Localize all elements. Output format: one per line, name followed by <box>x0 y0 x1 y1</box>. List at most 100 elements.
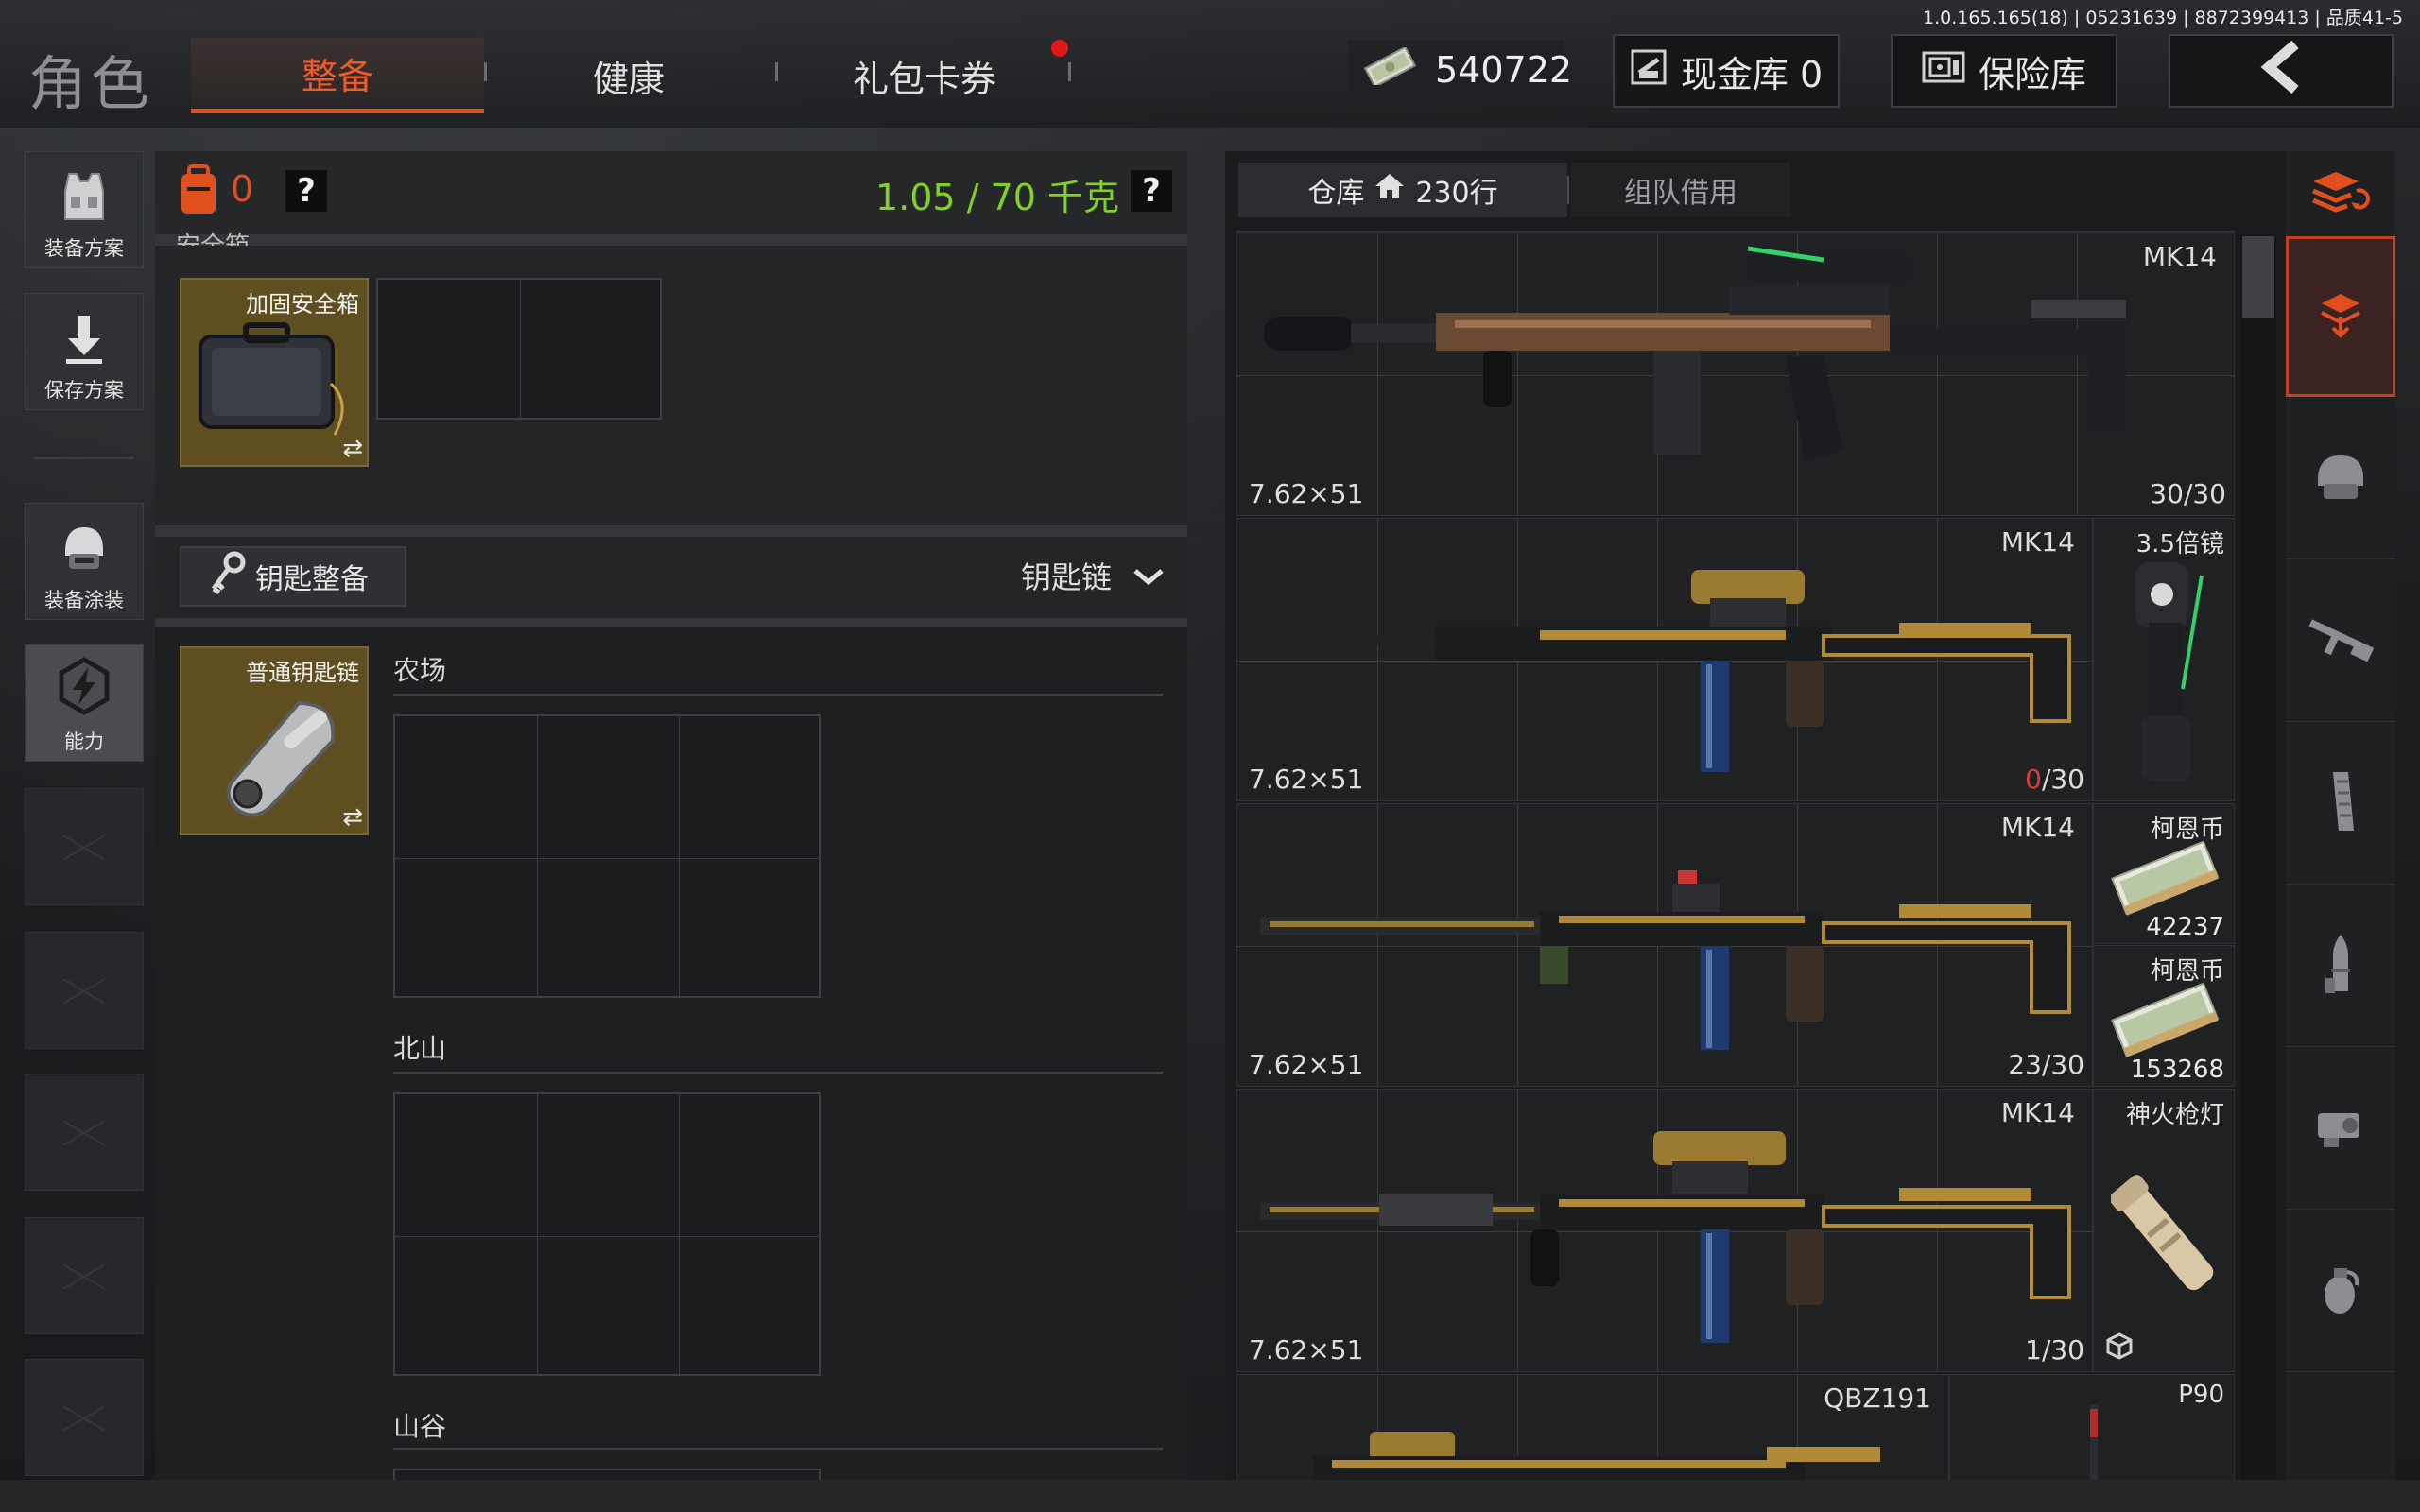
key-loadout-button[interactable]: 钥匙整备 <box>180 546 406 607</box>
chevron-left-icon <box>2257 40 2305 102</box>
caliber-label: 7.62×51 <box>1249 478 1364 509</box>
nav-equipment-skin[interactable]: 装备涂装 <box>25 503 144 620</box>
nav-abilities[interactable]: 能力 <box>25 644 144 762</box>
tab-loadout[interactable]: 整备 <box>191 38 484 113</box>
tab-label: 礼包卡券 <box>852 58 996 100</box>
grenade-icon <box>2317 1261 2364 1321</box>
nav-empty-slot <box>25 1217 144 1334</box>
backpack-count: 0 <box>231 168 254 210</box>
category-ammo[interactable] <box>2286 885 2395 1047</box>
rifle-mk14-gold-icon <box>1260 570 2071 772</box>
row-count: 230行 <box>1415 177 1498 210</box>
download-icon <box>60 312 108 369</box>
bullet-icon <box>2320 931 2361 1001</box>
key-grid-north-mountain[interactable] <box>393 1092 821 1376</box>
weight-help-button[interactable]: ? <box>1131 170 1172 212</box>
tab-divider <box>1068 62 1071 81</box>
cash-vault-label: 现金库 0 <box>1680 53 1824 95</box>
cash-bundle-icon <box>2111 982 2220 1057</box>
category-armor[interactable] <box>2286 397 2395 559</box>
nav-label: 保存方案 <box>44 379 124 402</box>
category-attachments[interactable] <box>2286 1047 2395 1210</box>
tab-team-borrow[interactable]: 组队借用 <box>1571 163 1790 217</box>
tab-divider <box>1567 176 1569 204</box>
nav-label: 装备方案 <box>44 237 124 260</box>
tab-health[interactable]: 健康 <box>510 38 747 113</box>
secure-case-grid[interactable] <box>376 278 662 420</box>
section-divider <box>155 234 1187 246</box>
category-all[interactable] <box>2286 236 2395 397</box>
tab-label: 组队借用 <box>1624 177 1737 210</box>
back-button[interactable] <box>2169 34 2394 108</box>
inventory-row[interactable]: MK14 7.62×51 1/30 <box>1236 1089 2093 1372</box>
help-button[interactable]: ? <box>285 170 327 212</box>
item-name: 神火枪灯 <box>2125 1101 2224 1129</box>
nav-empty-slot <box>25 932 144 1049</box>
backpack-stack-icon <box>2314 288 2367 345</box>
category-throwables[interactable] <box>2286 1210 2395 1372</box>
nav-empty-slot <box>25 1074 144 1191</box>
tab-warehouse[interactable]: 仓库 230行 <box>1238 163 1567 217</box>
item-name: MK14 <box>2000 1097 2075 1128</box>
flashlight-icon <box>2111 1175 2214 1291</box>
key-icon <box>208 551 246 602</box>
item-name: MK14 <box>2000 812 2075 843</box>
chevron-down-icon <box>1132 558 1165 593</box>
ammo-count: 1/30 <box>2025 1334 2084 1366</box>
sort-icon <box>2309 168 2372 219</box>
helmet-icon <box>2310 448 2371 508</box>
scope-item[interactable]: 3.5倍镜 <box>2093 518 2235 801</box>
nav-divider <box>34 457 134 459</box>
key-loadout-label: 钥匙整备 <box>255 563 369 596</box>
weight-value: 1.05 / 70 千克 <box>875 177 1120 218</box>
category-weapons[interactable] <box>2286 559 2395 722</box>
ammo-count: 30/30 <box>2150 478 2226 509</box>
nav-label: 装备涂装 <box>44 589 124 611</box>
tab-gift-coupons[interactable]: 礼包卡券 <box>802 38 1047 113</box>
map-divider <box>393 1072 1163 1074</box>
secure-case-slot[interactable]: 加固安全箱 ⇄ <box>180 278 369 467</box>
nav-loadout-plan[interactable]: 装备方案 <box>25 151 144 268</box>
nav-save-plan[interactable]: 保存方案 <box>25 293 144 410</box>
map-label-valley: 山谷 <box>393 1411 447 1442</box>
safe-button[interactable]: 保险库 <box>1891 34 2118 108</box>
tab-divider <box>775 62 778 81</box>
map-divider <box>393 1448 1163 1450</box>
currency-item[interactable]: 柯恩币 42237 <box>2093 803 2235 944</box>
warehouse-scrollbar[interactable] <box>2240 234 2276 1512</box>
page-title: 角色 <box>28 49 154 118</box>
keychain-slot[interactable]: 普通钥匙链 ⇄ <box>180 646 369 835</box>
currency-item[interactable]: 柯恩币 153268 <box>2093 945 2235 1087</box>
swap-icon[interactable]: ⇄ <box>342 435 363 463</box>
inventory-row[interactable]: MK14 7.62×51 23/30 <box>1236 803 2093 1087</box>
flashlight-item[interactable]: 神火枪灯 <box>2093 1089 2235 1372</box>
cash-vault-button[interactable]: 现金库 0 <box>1613 34 1840 108</box>
item-label: 普通钥匙链 <box>246 660 359 686</box>
map-label-north-mountain: 北山 <box>393 1033 447 1064</box>
backpack-icon <box>178 164 219 219</box>
rifle-icon <box>2303 612 2378 669</box>
caliber-label: 7.62×51 <box>1249 1049 1364 1080</box>
tab-divider <box>484 62 487 81</box>
nav-empty-slot <box>25 788 144 905</box>
notification-dot <box>1051 40 1068 57</box>
item-name: 3.5倍镜 <box>2135 530 2224 558</box>
currency-display: 540722 <box>1348 40 1572 100</box>
category-magazines[interactable] <box>2286 722 2395 885</box>
swap-icon[interactable]: ⇄ <box>342 803 363 832</box>
key-grid-farm[interactable] <box>393 714 821 998</box>
map-divider <box>393 694 1163 696</box>
rifle-mk14-gold-icon <box>1260 1131 2071 1343</box>
currency-amount: 153268 <box>2130 1056 2224 1084</box>
item-name: QBZ191 <box>1824 1383 1931 1414</box>
lightning-hex-icon <box>54 656 114 721</box>
safe-icon <box>1922 50 1965 93</box>
section-divider <box>155 618 1187 627</box>
sort-button[interactable] <box>2286 151 2395 236</box>
inventory-row[interactable]: MK14 7.62×51 30/30 <box>1236 232 2235 516</box>
inventory-row[interactable]: MK14 7.62×51 0/30 <box>1236 518 2093 801</box>
case-icon <box>199 322 344 436</box>
scrollbar-thumb[interactable] <box>2242 236 2274 318</box>
keychain-dropdown[interactable]: 钥匙链 <box>1021 554 1165 597</box>
safe-label: 保险库 <box>1978 53 2086 95</box>
